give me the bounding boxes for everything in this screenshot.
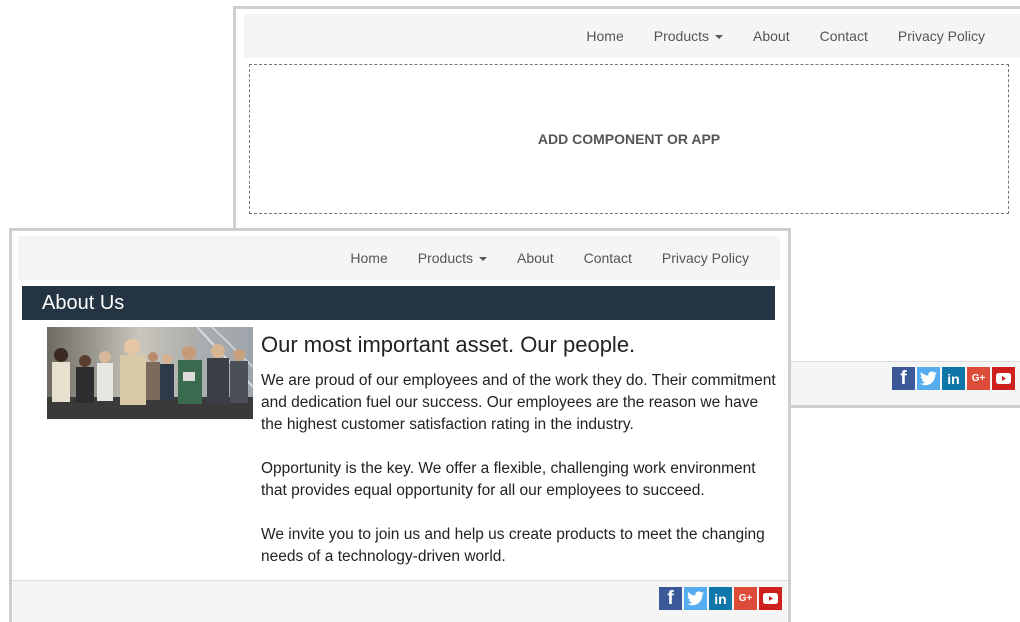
nav-home[interactable]: Home	[335, 250, 402, 266]
google-plus-icon[interactable]: G+	[967, 367, 990, 390]
section-title: About Us	[42, 291, 125, 314]
nav-privacy-policy[interactable]: Privacy Policy	[647, 250, 764, 266]
google-plus-glyph: G+	[738, 593, 753, 604]
nav-products[interactable]: Products	[639, 28, 738, 44]
facebook-glyph: f	[900, 368, 907, 389]
social-icons: f in G+	[892, 367, 1015, 390]
nav-about[interactable]: About	[738, 28, 805, 44]
paragraph-proud: We are proud of our employees and of the…	[261, 372, 776, 433]
google-plus-icon[interactable]: G+	[734, 587, 757, 610]
twitter-bird-glyph	[920, 371, 937, 386]
linkedin-icon[interactable]: in	[709, 587, 732, 610]
team-photo	[47, 327, 253, 419]
nav-contact[interactable]: Contact	[805, 28, 883, 44]
twitter-bird-glyph	[687, 591, 704, 606]
caret-down-icon	[715, 35, 724, 40]
twitter-icon[interactable]	[684, 587, 707, 610]
twitter-icon[interactable]	[917, 367, 940, 390]
nav-products-label: Products	[417, 250, 474, 266]
social-icons: f in G+	[659, 587, 782, 610]
paragraph-opportunity: Opportunity is the key. We offer a flexi…	[261, 460, 756, 499]
facebook-glyph: f	[667, 588, 674, 609]
nav-contact[interactable]: Contact	[569, 250, 647, 266]
headline: Our most important asset. Our people.	[261, 332, 636, 357]
back-navbar: Home Products About Contact Privacy Poli…	[244, 14, 1020, 58]
nav-home[interactable]: Home	[571, 28, 638, 44]
facebook-icon[interactable]: f	[659, 587, 682, 610]
linkedin-glyph: in	[714, 590, 727, 607]
nav-products-label: Products	[653, 28, 710, 44]
front-navbar: Home Products About Contact Privacy Poli…	[18, 236, 780, 280]
youtube-icon[interactable]	[759, 587, 782, 610]
add-component-label: ADD COMPONENT OR APP	[537, 131, 721, 147]
caret-down-icon	[479, 257, 488, 262]
google-plus-glyph: G+	[971, 373, 986, 384]
front-page-preview: Home Products About Contact Privacy Poli…	[9, 228, 791, 622]
team-photo-illustration	[47, 327, 253, 419]
front-footer: f in G+	[12, 580, 788, 622]
about-content: Our most important asset. Our people. We…	[261, 332, 781, 590]
youtube-icon[interactable]	[992, 367, 1015, 390]
youtube-play-glyph	[763, 593, 778, 604]
nav-products[interactable]: Products	[403, 250, 502, 266]
nav-privacy-policy[interactable]: Privacy Policy	[883, 28, 1000, 44]
facebook-icon[interactable]: f	[892, 367, 915, 390]
nav-about[interactable]: About	[502, 250, 569, 266]
add-component-placeholder[interactable]: ADD COMPONENT OR APP	[249, 64, 1009, 214]
section-title-bar: About Us	[22, 286, 775, 320]
youtube-play-glyph	[996, 373, 1011, 384]
linkedin-glyph: in	[947, 370, 960, 387]
paragraph-invite: We invite you to join us and help us cre…	[261, 526, 765, 565]
linkedin-icon[interactable]: in	[942, 367, 965, 390]
